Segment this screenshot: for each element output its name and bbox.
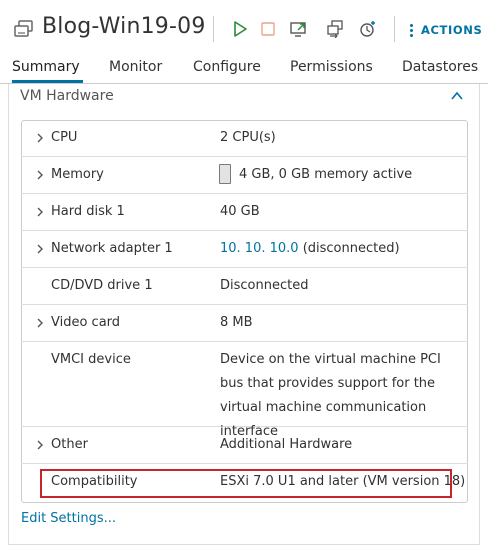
row-value: 40 GB — [220, 204, 260, 219]
chevron-right-icon[interactable] — [36, 244, 44, 254]
network-link[interactable]: 10. 10. 10.0 — [220, 241, 299, 256]
tab-monitor[interactable]: Monitor — [109, 59, 162, 75]
power-on-icon[interactable] — [231, 20, 249, 38]
memory-usage-bar — [219, 164, 231, 184]
vm-icon — [14, 20, 33, 37]
snapshot-icon[interactable] — [359, 20, 377, 38]
chevron-right-icon[interactable] — [36, 170, 44, 180]
power-off-icon[interactable] — [259, 20, 277, 38]
row-value: 8 MB — [220, 315, 253, 330]
row-value: 4 GB, 0 GB memory active — [239, 167, 413, 182]
row-label: Memory — [51, 167, 104, 182]
compatibility-highlight — [40, 469, 452, 498]
row-value: 2 CPU(s) — [220, 130, 276, 145]
row-label: CD/DVD drive 1 — [51, 278, 153, 293]
chevron-right-icon[interactable] — [36, 318, 44, 328]
row-label: Other — [51, 437, 88, 452]
tab-configure[interactable]: Configure — [193, 59, 261, 75]
network-status: (disconnected) — [302, 241, 400, 256]
launch-console-icon[interactable] — [290, 20, 308, 38]
row-value: 10. 10. 10.0 (disconnected) — [220, 241, 400, 256]
migrate-icon[interactable] — [326, 20, 344, 38]
toolbar-separator — [213, 16, 214, 42]
more-vertical-icon — [410, 22, 413, 39]
tab-permissions[interactable]: Permissions — [290, 59, 373, 75]
row-label: CPU — [51, 130, 78, 145]
edit-settings-link[interactable]: Edit Settings... — [21, 511, 116, 526]
chevron-right-icon[interactable] — [36, 440, 44, 450]
row-label: Video card — [51, 315, 121, 330]
actions-menu-button[interactable]: ACTIONS — [410, 21, 482, 39]
row-label: Hard disk 1 — [51, 204, 125, 219]
card-title: VM Hardware — [20, 88, 114, 104]
vm-header: Blog-Win19-09 ACTIONS — [0, 0, 488, 58]
chevron-right-icon[interactable] — [36, 133, 44, 143]
row-label: Network adapter 1 — [51, 241, 173, 256]
row-value: Additional Hardware — [220, 437, 353, 452]
chevron-right-icon[interactable] — [36, 207, 44, 217]
tab-summary[interactable]: Summary — [12, 59, 80, 75]
vm-title: Blog-Win19-09 — [42, 14, 206, 39]
active-tab-indicator — [12, 80, 83, 83]
actions-label: ACTIONS — [421, 23, 483, 37]
toolbar-separator — [394, 16, 395, 42]
row-label: VMCI device — [51, 352, 131, 367]
chevron-up-icon[interactable] — [450, 90, 464, 102]
row-value: Disconnected — [220, 278, 309, 293]
tab-datastores[interactable]: Datastores — [402, 59, 478, 75]
